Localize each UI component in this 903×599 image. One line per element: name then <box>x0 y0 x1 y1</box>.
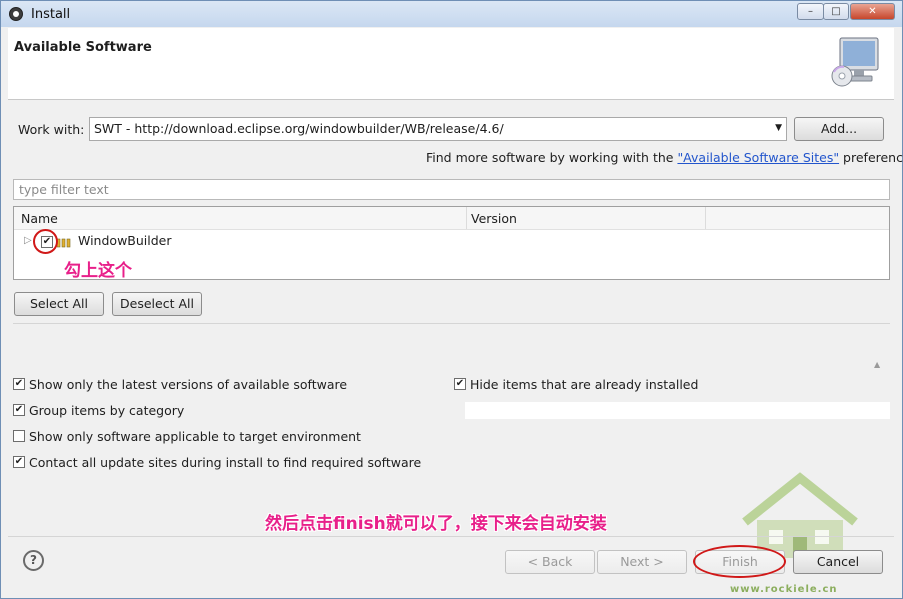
next-button[interactable]: Next > <box>597 550 687 574</box>
target-env-checkbox[interactable] <box>13 430 25 442</box>
group-by-category-label[interactable]: Group items by category <box>29 403 184 418</box>
work-with-value: SWT - http://download.eclipse.org/window… <box>94 121 504 136</box>
contact-sites-label[interactable]: Contact all update sites during install … <box>29 455 421 470</box>
software-table: Name Version ▷ ✔ WindowBuilder <box>13 206 890 280</box>
hint-prefix: Find more software by working with the <box>426 150 678 165</box>
minimize-button[interactable]: – <box>797 3 824 20</box>
details-scroll-up-icon[interactable]: ▲ <box>874 360 880 369</box>
cancel-button[interactable]: Cancel <box>793 550 883 574</box>
hide-installed-checkbox[interactable]: ✔ <box>454 378 466 390</box>
eclipse-app-icon <box>9 7 23 21</box>
table-header: Name Version <box>14 207 889 230</box>
hint-suffix: preferences. <box>843 150 903 165</box>
column-version[interactable]: Version <box>471 211 517 226</box>
window-title: Install <box>31 7 71 22</box>
windowbuilder-label[interactable]: WindowBuilder <box>78 233 172 248</box>
finish-highlight-circle <box>693 545 786 578</box>
available-sites-hint: Find more software by working with the "… <box>426 150 903 165</box>
available-software-sites-link[interactable]: "Available Software Sites" <box>677 150 839 165</box>
back-button[interactable]: < Back <box>505 550 595 574</box>
details-separator <box>13 323 890 324</box>
check-this-annotation: 勾上这个 <box>64 261 132 281</box>
group-by-category-checkbox[interactable]: ✔ <box>13 404 25 416</box>
checkbox-highlight-circle <box>33 229 58 254</box>
expand-arrow-icon[interactable]: ▷ <box>24 235 32 246</box>
select-all-button[interactable]: Select All <box>14 292 104 316</box>
blank-field <box>465 402 890 419</box>
filter-input[interactable]: type filter text <box>13 179 890 200</box>
latest-versions-checkbox[interactable]: ✔ <box>13 378 25 390</box>
house-watermark-logo <box>742 472 858 558</box>
target-env-label[interactable]: Show only software applicable to target … <box>29 429 361 444</box>
latest-versions-label[interactable]: Show only the latest versions of availab… <box>29 377 347 392</box>
maximize-button[interactable]: □ <box>823 3 849 20</box>
column-divider <box>705 207 706 229</box>
contact-sites-checkbox[interactable]: ✔ <box>13 456 25 468</box>
hide-installed-label[interactable]: Hide items that are already installed <box>470 377 698 392</box>
add-button[interactable]: Add... <box>794 117 884 141</box>
install-monitor-icon <box>831 37 879 87</box>
work-with-label: Work with: <box>18 122 85 137</box>
work-with-combo[interactable]: SWT - http://download.eclipse.org/window… <box>89 117 787 141</box>
watermark-site-text: www.rockiele.cn <box>730 584 838 595</box>
dropdown-arrow-icon[interactable]: ▼ <box>775 123 782 133</box>
footer-separator <box>8 536 894 537</box>
close-window-button[interactable]: ✕ <box>850 3 895 20</box>
page-title: Available Software <box>14 40 152 55</box>
help-icon[interactable]: ? <box>23 550 44 571</box>
title-bar: Install – □ ✕ <box>1 1 902 27</box>
finish-annotation: 然后点击finish就可以了，接下来会自动安装 <box>265 514 607 534</box>
header-banner: Available Software <box>8 28 894 100</box>
software-group-icon <box>56 237 73 248</box>
column-name[interactable]: Name <box>21 211 58 226</box>
deselect-all-button[interactable]: Deselect All <box>112 292 202 316</box>
column-divider <box>466 207 467 229</box>
